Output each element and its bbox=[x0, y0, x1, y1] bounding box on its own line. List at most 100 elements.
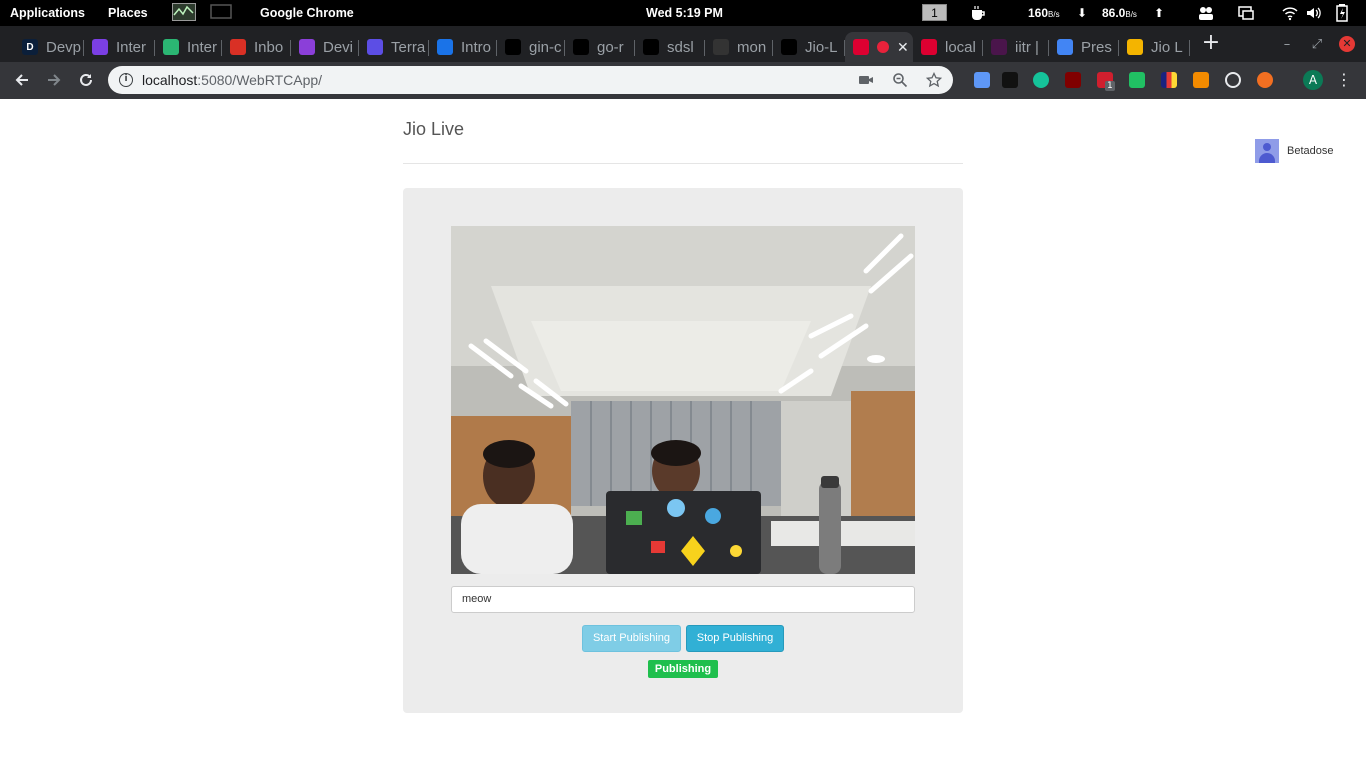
places-menu[interactable]: Places bbox=[108, 0, 148, 26]
ninja-icon[interactable] bbox=[1002, 72, 1018, 88]
tab-label: Inter bbox=[187, 38, 218, 56]
tab-label: Devp bbox=[46, 38, 82, 56]
tab-label: mon bbox=[737, 38, 767, 56]
active-app-name[interactable]: Google Chrome bbox=[260, 0, 354, 26]
colorful-icon[interactable] bbox=[1161, 72, 1177, 88]
pen-icon[interactable] bbox=[974, 72, 990, 88]
browser-toolbar: i localhost:5080/WebRTCApp/ 1 A ⋮ bbox=[0, 62, 1366, 99]
github-icon bbox=[573, 39, 589, 55]
slack-icon bbox=[991, 39, 1007, 55]
react-icon[interactable] bbox=[1225, 72, 1241, 88]
network-download-speed: 160B/s bbox=[1028, 0, 1060, 28]
camera-in-use-icon[interactable] bbox=[858, 72, 874, 88]
tab-13[interactable]: ✕ bbox=[845, 32, 913, 62]
list-icon bbox=[92, 39, 108, 55]
tab-label: Terra bbox=[391, 38, 426, 56]
url-text[interactable]: localhost:5080/WebRTCApp/ bbox=[142, 66, 322, 94]
reload-button[interactable] bbox=[73, 68, 99, 92]
stream-name-input[interactable]: meow bbox=[451, 586, 915, 613]
new-tab-button[interactable]: + bbox=[1200, 32, 1222, 54]
page-content: Jio Live Betadose meow Start Publishing … bbox=[0, 99, 1366, 768]
maximize-button[interactable]: ⤢ bbox=[1308, 36, 1326, 54]
tab-11[interactable]: mon bbox=[705, 32, 773, 62]
todo-icon[interactable]: 1 bbox=[1097, 72, 1115, 91]
tab-12[interactable]: Jio-L bbox=[773, 32, 845, 62]
coffee-icon[interactable] bbox=[970, 5, 986, 21]
lifebuoy-icon[interactable] bbox=[1257, 72, 1273, 88]
page-title: Jio Live bbox=[403, 119, 465, 139]
tab-label: Inbo bbox=[254, 38, 284, 56]
tab-label: Jio L bbox=[1151, 38, 1183, 56]
system-top-bar: Applications Places Google Chrome Wed 5:… bbox=[0, 0, 1366, 26]
system-monitor-icon[interactable] bbox=[172, 3, 196, 21]
tab-label: local bbox=[945, 38, 976, 56]
tab-label: Inter bbox=[116, 38, 147, 56]
user-avatar-icon[interactable] bbox=[1255, 139, 1279, 163]
stop-publishing-button[interactable]: Stop Publishing bbox=[686, 625, 784, 652]
tab-label: go-r bbox=[597, 38, 624, 56]
chrome-menu-icon[interactable]: ⋮ bbox=[1336, 69, 1352, 91]
tab-6[interactable]: Terra bbox=[359, 32, 429, 62]
applications-menu[interactable]: Applications bbox=[10, 0, 85, 26]
tab-4[interactable]: Inbo bbox=[222, 32, 291, 62]
workspace-indicator[interactable]: 1 bbox=[922, 4, 947, 21]
battery-icon[interactable] bbox=[1336, 4, 1352, 22]
tab-label: sdsl bbox=[667, 38, 694, 56]
tab-7[interactable]: Intro bbox=[429, 32, 497, 62]
grammarly-icon[interactable] bbox=[1033, 72, 1049, 88]
tab-strip: D Devp Inter Inter Inbo Devi Terra Intro gin-c go… bbox=[0, 26, 1366, 62]
forward-button[interactable] bbox=[41, 68, 67, 92]
screen-icon[interactable] bbox=[210, 3, 232, 21]
fox-icon[interactable] bbox=[1193, 72, 1209, 88]
tab-2[interactable]: Inter bbox=[84, 32, 155, 62]
tab-15[interactable]: iitr | bbox=[983, 32, 1049, 62]
url-host: localhost bbox=[142, 72, 198, 88]
tab-9[interactable]: go-r bbox=[565, 32, 635, 62]
extension-badge: 1 bbox=[1105, 81, 1115, 91]
terraform-icon bbox=[367, 39, 383, 55]
zoom-icon[interactable] bbox=[892, 72, 908, 88]
ublock-icon[interactable] bbox=[1065, 72, 1081, 88]
url-path: :5080/WebRTCApp/ bbox=[197, 72, 323, 88]
volume-icon[interactable] bbox=[1306, 5, 1322, 21]
tab-label: Devi bbox=[323, 38, 354, 56]
back-button[interactable] bbox=[9, 68, 35, 92]
net-down-value: 160 bbox=[1028, 6, 1049, 20]
network-upload-speed: 86.0B/s bbox=[1102, 0, 1137, 28]
address-bar[interactable]: i localhost:5080/WebRTCApp/ bbox=[108, 66, 953, 94]
publishing-status-badge: Publishing bbox=[648, 660, 718, 678]
profile-avatar[interactable]: A bbox=[1303, 70, 1323, 90]
tab-17[interactable]: Jio L bbox=[1119, 32, 1190, 62]
tab-16[interactable]: Pres bbox=[1049, 32, 1119, 62]
display-icon[interactable] bbox=[1238, 5, 1254, 21]
minimize-button[interactable]: – bbox=[1278, 36, 1296, 54]
start-publishing-button[interactable]: Start Publishing bbox=[582, 625, 681, 652]
user-profile[interactable]: Betadose bbox=[1255, 139, 1333, 163]
net-down-unit: B/s bbox=[1048, 10, 1060, 19]
tab-14[interactable]: local bbox=[913, 32, 983, 62]
godoc-icon bbox=[713, 39, 729, 55]
close-window-button[interactable]: ✕ bbox=[1339, 36, 1355, 52]
publisher-panel: meow Start Publishing Stop Publishing Pu… bbox=[403, 188, 963, 713]
tab-label: iitr | bbox=[1015, 38, 1039, 56]
clock[interactable]: Wed 5:19 PM bbox=[646, 0, 723, 26]
close-tab-icon[interactable]: ✕ bbox=[897, 39, 909, 56]
local-video-preview bbox=[451, 226, 915, 574]
wifi-icon[interactable] bbox=[1282, 5, 1298, 21]
tab-10[interactable]: sdsl bbox=[635, 32, 705, 62]
tab-1[interactable]: D Devp bbox=[14, 32, 84, 62]
upload-arrow-icon: ⬆ bbox=[1154, 6, 1165, 20]
title-divider bbox=[403, 163, 963, 164]
tab-5[interactable]: Devi bbox=[291, 32, 359, 62]
bookmark-star-icon[interactable] bbox=[925, 71, 943, 88]
people-icon[interactable] bbox=[1198, 5, 1214, 21]
tab-8[interactable]: gin-c bbox=[497, 32, 565, 62]
angular-icon bbox=[853, 39, 869, 55]
slides-icon bbox=[1127, 39, 1143, 55]
site-info-icon[interactable]: i bbox=[119, 73, 133, 87]
tab-3[interactable]: Inter bbox=[155, 32, 222, 62]
puzzle-icon bbox=[163, 39, 179, 55]
tab-label: Pres bbox=[1081, 38, 1112, 56]
user-name[interactable]: Betadose bbox=[1287, 145, 1333, 157]
shield-icon[interactable] bbox=[1129, 72, 1145, 88]
